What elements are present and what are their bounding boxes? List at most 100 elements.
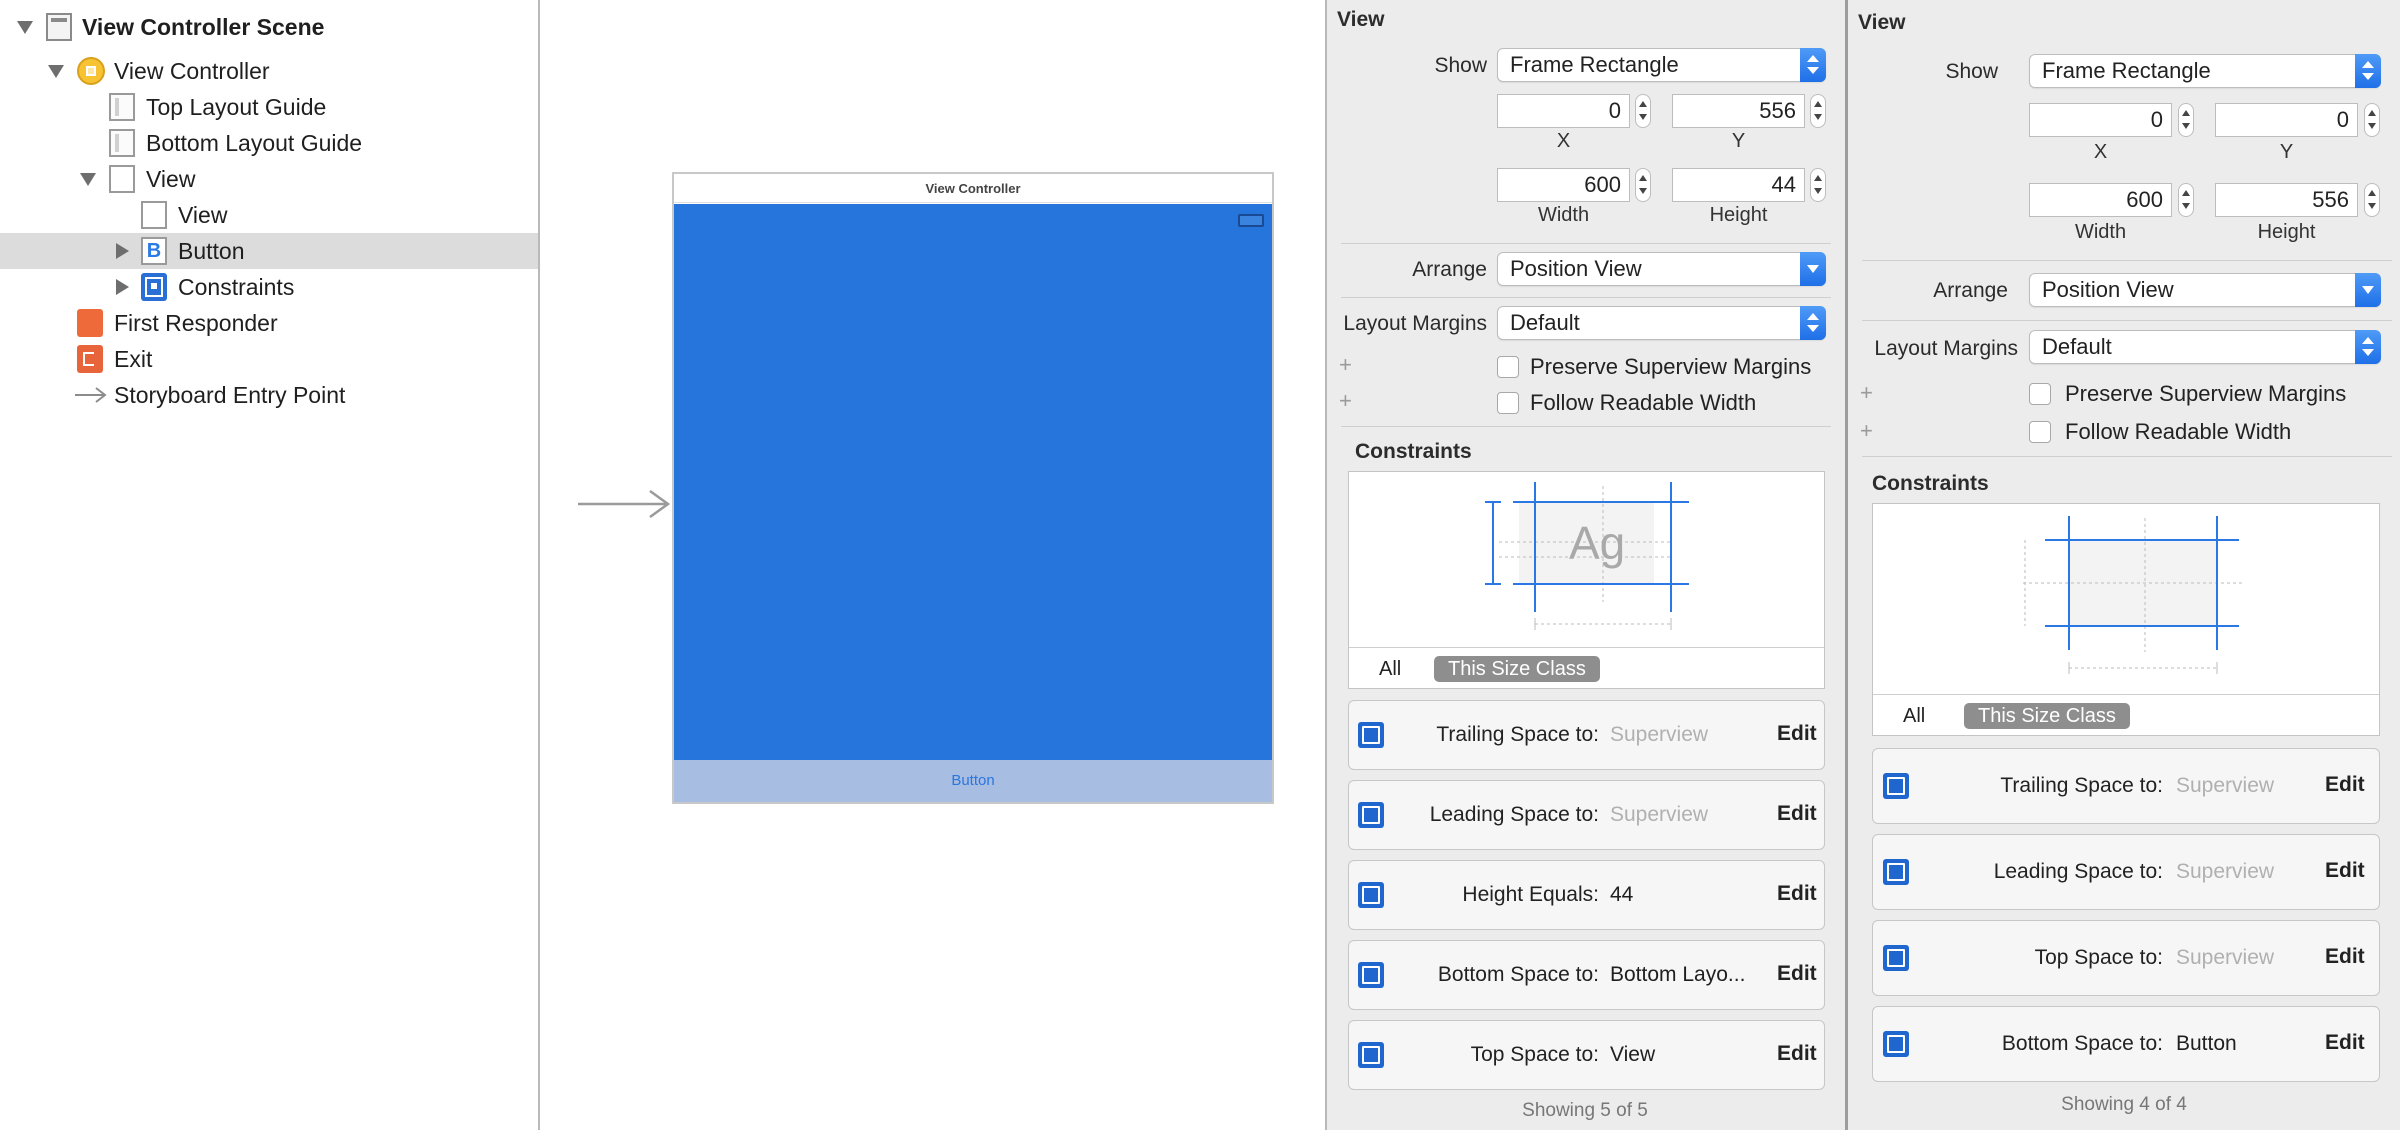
outline-item-storyboard-entry-point[interactable]: Storyboard Entry Point <box>0 377 538 413</box>
y-field[interactable]: 0 <box>2215 103 2358 137</box>
preserve-superview-margins-checkbox[interactable] <box>2029 383 2051 405</box>
height-field[interactable]: 44 <box>1672 168 1805 202</box>
constraints-diagram[interactable]: Ag All This Size Class <box>1348 471 1825 689</box>
show-popup[interactable]: Frame Rectangle <box>2029 54 2381 88</box>
constraint-edit-button[interactable]: Edit <box>1777 962 1817 986</box>
follow-readable-width-checkbox[interactable] <box>1497 392 1519 414</box>
constraint-row-top[interactable]: Top Space to: Superview Edit <box>1872 920 2380 996</box>
outline-item-label: View <box>178 201 228 228</box>
outline-item-constraints[interactable]: Constraints <box>0 269 538 305</box>
constraint-label: Bottom Space to: <box>2001 1032 2163 1055</box>
outline-item-first-responder[interactable]: First Responder <box>0 305 538 341</box>
constraint-row-trailing[interactable]: Trailing Space to: Superview Edit <box>1348 700 1825 770</box>
arrange-popup[interactable]: Position View <box>2029 273 2381 307</box>
arrange-popup[interactable]: Position View <box>1497 252 1826 286</box>
width-field[interactable]: 600 <box>1497 168 1630 202</box>
show-popup[interactable]: Frame Rectangle <box>1497 48 1826 82</box>
document-outline: View Controller Scene View Controller To… <box>0 0 540 1130</box>
constraint-label: Trailing Space to: <box>1436 723 1599 746</box>
constraint-edit-button[interactable]: Edit <box>1777 722 1817 746</box>
width-stepper[interactable] <box>2178 183 2194 217</box>
height-field[interactable]: 556 <box>2215 183 2358 217</box>
tab-all[interactable]: All <box>1379 658 1401 681</box>
outline-item-button[interactable]: B Button <box>0 233 538 269</box>
main-view[interactable] <box>674 204 1272 760</box>
constraint-row-height[interactable]: Height Equals: 44 Edit <box>1348 860 1825 930</box>
y-field[interactable]: 556 <box>1672 94 1805 128</box>
x-field[interactable]: 0 <box>1497 94 1630 128</box>
height-stepper[interactable] <box>1810 168 1826 202</box>
show-popup-value: Frame Rectangle <box>1510 52 1679 77</box>
disclosure-right-icon[interactable] <box>116 279 129 295</box>
outline-item-view-controller[interactable]: View Controller <box>0 53 538 89</box>
constraint-edit-button[interactable]: Edit <box>1777 1042 1817 1066</box>
layout-margins-popup[interactable]: Default <box>2029 330 2381 364</box>
constraint-label: Leading Space to: <box>1993 860 2163 883</box>
tab-this-size-class[interactable]: This Size Class <box>1964 703 2130 729</box>
constraint-row-trailing[interactable]: Trailing Space to: Superview Edit <box>1872 748 2380 824</box>
constraint-edit-button[interactable]: Edit <box>2325 859 2365 883</box>
outline-item-label: Exit <box>114 345 153 372</box>
disclosure-down-icon[interactable] <box>17 21 33 34</box>
view-controller-scene[interactable]: View Controller Button <box>672 172 1274 804</box>
add-variation-plus-icon[interactable]: + <box>1860 380 1873 406</box>
constraints-diagram[interactable]: All This Size Class <box>1872 503 2380 736</box>
disclosure-down-icon[interactable] <box>48 65 64 78</box>
outline-item-label: View Controller <box>114 57 270 84</box>
height-stepper[interactable] <box>2364 183 2380 217</box>
constraints-title: Constraints <box>1872 472 1989 495</box>
constraint-value: Superview <box>1610 803 1709 826</box>
constraint-edit-button[interactable]: Edit <box>1777 802 1817 826</box>
constraint-edit-button[interactable]: Edit <box>1777 882 1817 906</box>
constraint-label: Height Equals: <box>1462 883 1599 906</box>
preserve-superview-margins-label: Preserve Superview Margins <box>1530 354 1812 379</box>
arrange-label: Arrange <box>1412 258 1487 281</box>
chevron-down-icon <box>1800 252 1826 286</box>
x-stepper[interactable] <box>1635 94 1651 128</box>
disclosure-down-icon[interactable] <box>80 173 96 186</box>
inspector-title: View <box>1858 11 1906 34</box>
constraint-edit-button[interactable]: Edit <box>2325 1031 2365 1055</box>
constraint-row-leading[interactable]: Leading Space to: Superview Edit <box>1872 834 2380 910</box>
constraint-row-bottom[interactable]: Bottom Space to: Bottom Layo... Edit <box>1348 940 1825 1010</box>
show-label: Show <box>1434 54 1487 77</box>
add-variation-plus-icon[interactable]: + <box>1339 388 1352 414</box>
divider <box>1873 694 2379 695</box>
add-variation-plus-icon[interactable]: + <box>1339 352 1352 378</box>
arrange-popup-value: Position View <box>1510 256 1642 281</box>
tab-all[interactable]: All <box>1903 705 1925 728</box>
preserve-superview-margins-checkbox[interactable] <box>1497 356 1519 378</box>
follow-readable-width-checkbox[interactable] <box>2029 421 2051 443</box>
width-field[interactable]: 600 <box>2029 183 2172 217</box>
add-variation-plus-icon[interactable]: + <box>1860 418 1873 444</box>
outline-item-view-controller-scene[interactable]: View Controller Scene <box>0 9 538 45</box>
x-stepper[interactable] <box>2178 103 2194 137</box>
entry-arrow-icon <box>75 387 107 403</box>
constraint-edit-button[interactable]: Edit <box>2325 945 2365 969</box>
outline-item-bottom-layout-guide[interactable]: Bottom Layout Guide <box>0 125 538 161</box>
outline-item-exit[interactable]: Exit <box>0 341 538 377</box>
constraint-edit-button[interactable]: Edit <box>2325 773 2365 797</box>
scene-title[interactable]: View Controller <box>674 174 1272 203</box>
layout-margins-popup[interactable]: Default <box>1497 306 1826 340</box>
disclosure-right-icon[interactable] <box>116 243 129 259</box>
outline-item-view[interactable]: View <box>0 161 538 197</box>
outline-item-top-layout-guide[interactable]: Top Layout Guide <box>0 89 538 125</box>
constraint-row-top[interactable]: Top Space to: View Edit <box>1348 1020 1825 1090</box>
outline-item-label: View Controller Scene <box>82 13 325 40</box>
leading-space-icon <box>1358 802 1384 828</box>
scene-button[interactable]: Button <box>674 760 1272 802</box>
tab-this-size-class[interactable]: This Size Class <box>1434 656 1600 682</box>
layout-margins-label: Layout Margins <box>1343 312 1487 335</box>
constraints-icon <box>141 273 167 301</box>
x-field[interactable]: 0 <box>2029 103 2172 137</box>
outline-item-subview[interactable]: View <box>0 197 538 233</box>
constraint-row-leading[interactable]: Leading Space to: Superview Edit <box>1348 780 1825 850</box>
height-caption: Height <box>2257 221 2316 243</box>
width-stepper[interactable] <box>1635 168 1651 202</box>
y-stepper[interactable] <box>1810 94 1826 128</box>
y-stepper[interactable] <box>2364 103 2380 137</box>
constraint-value: Superview <box>1610 723 1709 746</box>
trailing-space-icon <box>1883 773 1909 799</box>
constraint-row-bottom[interactable]: Bottom Space to: Button Edit <box>1872 1006 2380 1082</box>
